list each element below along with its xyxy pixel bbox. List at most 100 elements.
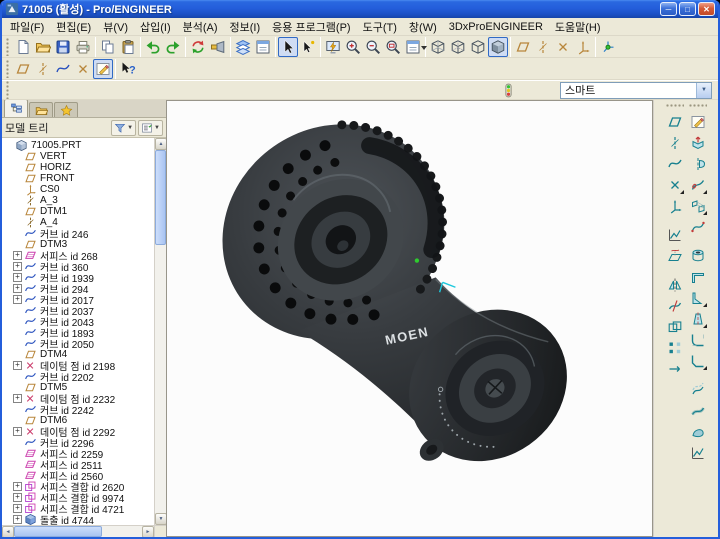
menu-info[interactable]: 정보(I) bbox=[224, 18, 267, 36]
spin-center-toggle[interactable] bbox=[598, 37, 618, 57]
solidify-tool[interactable] bbox=[688, 422, 708, 442]
tree-expander-icon[interactable]: + bbox=[13, 361, 22, 370]
copy-button[interactable] bbox=[98, 37, 118, 57]
sweep-tool[interactable] bbox=[688, 175, 708, 195]
hidden-line-button[interactable] bbox=[448, 37, 468, 57]
redo-button[interactable] bbox=[163, 37, 183, 57]
save-button[interactable] bbox=[53, 37, 73, 57]
minimize-button[interactable]: ─ bbox=[660, 2, 677, 16]
section-tool[interactable] bbox=[688, 443, 708, 463]
model-tree-tab[interactable] bbox=[4, 100, 28, 117]
layers-button[interactable] bbox=[233, 37, 253, 57]
new-file-button[interactable] bbox=[13, 37, 33, 57]
tree-expander-icon[interactable]: + bbox=[13, 251, 22, 260]
datum-planes-toggle[interactable] bbox=[513, 37, 533, 57]
tree-expander-icon[interactable]: + bbox=[13, 295, 22, 304]
selection-status-icon[interactable] bbox=[498, 80, 518, 100]
selection-filter-combo[interactable]: 스마트 ▼ bbox=[560, 81, 712, 99]
tree-horizontal-scrollbar[interactable]: ◄ ► bbox=[2, 526, 154, 537]
datum-point-tool-button[interactable] bbox=[73, 59, 93, 79]
scroll-track[interactable] bbox=[155, 150, 166, 513]
draft-tool[interactable] bbox=[688, 309, 708, 329]
scroll-thumb-horizontal[interactable] bbox=[14, 526, 102, 537]
smart-select-button[interactable] bbox=[298, 37, 318, 57]
menu-file[interactable]: 파일(F) bbox=[4, 18, 50, 36]
tree-settings-menu-button[interactable]: ▼ bbox=[138, 119, 163, 136]
no-hidden-button[interactable] bbox=[468, 37, 488, 57]
shaded-button[interactable] bbox=[488, 36, 508, 57]
pattern-tool[interactable] bbox=[665, 338, 685, 358]
tree-expander-icon[interactable]: + bbox=[13, 273, 22, 282]
mirror-tool[interactable] bbox=[665, 275, 685, 295]
style-tool[interactable] bbox=[688, 217, 708, 237]
menu-insert[interactable]: 삽입(I) bbox=[134, 18, 177, 36]
hole-tool[interactable] bbox=[688, 246, 708, 266]
tree-item[interactable]: + 돌출 id 4744 bbox=[2, 514, 154, 525]
refit-button[interactable] bbox=[383, 37, 403, 57]
menu-applications[interactable]: 응용 프로그램(P) bbox=[266, 18, 356, 36]
revolve-tool[interactable] bbox=[688, 154, 708, 174]
menu-help[interactable]: 도움말(H) bbox=[549, 18, 607, 36]
regenerate-button[interactable] bbox=[188, 37, 208, 57]
tree-expander-icon[interactable]: + bbox=[13, 262, 22, 271]
round-tool[interactable] bbox=[688, 330, 708, 350]
scroll-track-horizontal[interactable] bbox=[14, 526, 142, 537]
rib-tool[interactable] bbox=[688, 288, 708, 308]
shell-tool[interactable] bbox=[688, 267, 708, 287]
tree-expander-icon[interactable]: + bbox=[13, 515, 22, 524]
analysis-tool[interactable] bbox=[665, 225, 685, 245]
datum-axes-toggle[interactable] bbox=[533, 37, 553, 57]
folder-browser-tab[interactable] bbox=[29, 102, 53, 117]
tree-expander-icon[interactable]: + bbox=[13, 284, 22, 293]
tree-show-menu-button[interactable]: ▼ bbox=[111, 119, 137, 136]
zoom-in-button[interactable] bbox=[343, 37, 363, 57]
tree-expander-icon[interactable]: + bbox=[13, 493, 22, 502]
extrude-tool[interactable] bbox=[688, 133, 708, 153]
tree-expander-icon[interactable]: + bbox=[13, 394, 22, 403]
menu-window[interactable]: 창(W) bbox=[403, 18, 443, 36]
wireframe-button[interactable] bbox=[428, 37, 448, 57]
menu-analysis[interactable]: 분석(A) bbox=[177, 18, 224, 36]
tree-vertical-scrollbar[interactable]: ▲ ▼ bbox=[154, 138, 166, 525]
chamfer-tool[interactable] bbox=[688, 351, 708, 371]
tree-expander-icon[interactable]: + bbox=[13, 482, 22, 491]
thicken-tool[interactable] bbox=[688, 401, 708, 421]
sketch-tool-button[interactable] bbox=[93, 58, 113, 79]
menu-view[interactable]: 뷰(V) bbox=[97, 18, 134, 36]
tree-expander-icon[interactable]: + bbox=[13, 427, 22, 436]
scroll-thumb[interactable] bbox=[155, 150, 166, 245]
merge-tool[interactable] bbox=[665, 317, 685, 337]
scroll-up-button[interactable]: ▲ bbox=[155, 138, 166, 150]
repaint-button[interactable] bbox=[323, 37, 343, 57]
datum-plane-tool-button[interactable] bbox=[13, 59, 33, 79]
blend-tool[interactable] bbox=[688, 196, 708, 216]
scroll-right-button[interactable]: ► bbox=[142, 526, 154, 537]
datum-axis-tool[interactable] bbox=[665, 133, 685, 153]
extend-tool[interactable] bbox=[665, 359, 685, 379]
search-button[interactable] bbox=[208, 37, 228, 57]
datum-points-toggle[interactable] bbox=[553, 37, 573, 57]
offset-tool[interactable] bbox=[688, 380, 708, 400]
project-tool[interactable] bbox=[665, 246, 685, 266]
close-button[interactable]: ✕ bbox=[698, 2, 715, 16]
favorites-tab[interactable] bbox=[54, 102, 78, 117]
scroll-left-button[interactable]: ◄ bbox=[2, 526, 14, 537]
paste-button[interactable] bbox=[118, 37, 138, 57]
datum-curve-tool-button[interactable] bbox=[53, 59, 73, 79]
sketch-tool[interactable] bbox=[688, 112, 708, 132]
maximize-button[interactable]: □ bbox=[679, 2, 696, 16]
print-button[interactable] bbox=[73, 37, 93, 57]
csys-tool[interactable] bbox=[665, 196, 685, 216]
view-manager-button[interactable] bbox=[253, 37, 273, 57]
zoom-out-button[interactable] bbox=[363, 37, 383, 57]
undo-button[interactable] bbox=[143, 37, 163, 57]
datum-point-tool[interactable] bbox=[665, 175, 685, 195]
menu-edit[interactable]: 편집(E) bbox=[50, 18, 97, 36]
datum-curve-tool[interactable] bbox=[665, 154, 685, 174]
datum-axis-tool-button[interactable] bbox=[33, 59, 53, 79]
context-help-button[interactable]: ? bbox=[118, 59, 138, 79]
datum-plane-tool[interactable] bbox=[665, 112, 685, 132]
menu-tools[interactable]: 도구(T) bbox=[357, 18, 403, 36]
saved-views-button[interactable] bbox=[403, 37, 427, 57]
scroll-down-button[interactable]: ▼ bbox=[155, 513, 166, 525]
